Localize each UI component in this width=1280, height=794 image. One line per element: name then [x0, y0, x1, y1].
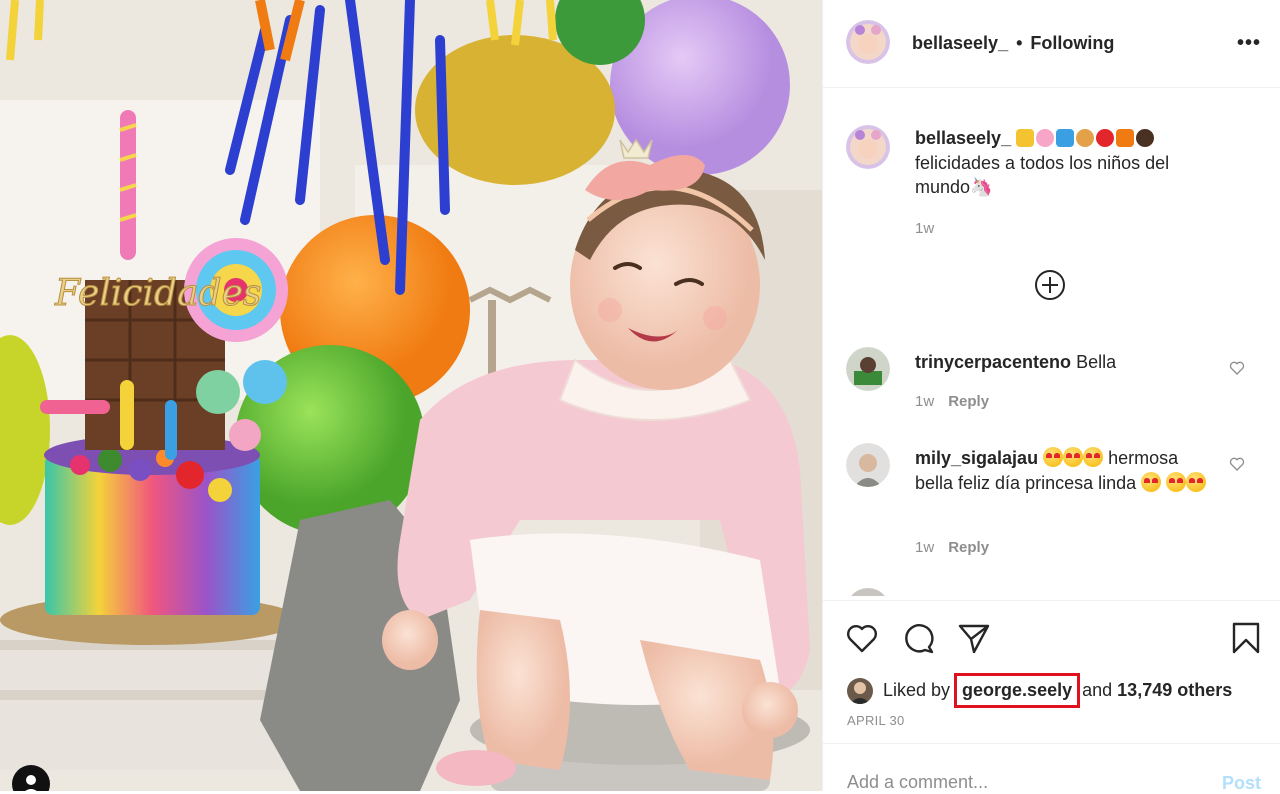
post-date[interactable]: APRIL 30: [847, 713, 905, 728]
post-header: bellaseely_ • Following •••: [823, 0, 1280, 88]
crown-emoji-icon: [1016, 129, 1035, 147]
share-paper-plane-icon[interactable]: [957, 621, 991, 655]
comment-1-like-icon[interactable]: [1229, 360, 1245, 376]
caption-username[interactable]: bellaseely_: [915, 128, 1011, 148]
author-avatar[interactable]: [846, 20, 890, 64]
liker-avatar[interactable]: [847, 677, 873, 704]
ufo-emoji-icon: [1056, 129, 1075, 147]
post-actions: Liked by george.seely and 13,749 others …: [823, 600, 1280, 743]
butterfly-emoji-icon: [1116, 129, 1135, 147]
like-heart-icon[interactable]: [845, 621, 879, 655]
comments-list[interactable]: bellaseely_ felicidades a todos los niño…: [823, 88, 1280, 596]
likes-summary: Liked by george.seely and 13,749 others: [847, 673, 1232, 708]
caption-text-block: bellaseely_ felicidades a todos los niño…: [915, 126, 1215, 200]
likes-and-label: and: [1082, 680, 1113, 700]
caption-text: felicidades a todos los niños del mundo🦄: [915, 152, 1170, 198]
following-button[interactable]: Following: [1030, 33, 1114, 53]
lollipop-emoji-icon: [1076, 129, 1095, 147]
comment-2-like-icon[interactable]: [1229, 456, 1245, 472]
comment-1-meta: 1w Reply: [915, 393, 989, 410]
comment-2-username[interactable]: mily_sigalajau: [915, 448, 1038, 468]
flower-emoji-icon: [1036, 129, 1055, 147]
likes-count[interactable]: 13,749 others: [1117, 680, 1232, 701]
comment-2: mily_sigalajau hermosa bella feliz día p…: [915, 446, 1215, 495]
caption-avatar[interactable]: [846, 125, 890, 169]
post-side-panel: bellaseely_ • Following ••• bellaseely_ …: [822, 0, 1280, 794]
comment-1-time: 1w: [915, 393, 935, 410]
commenter-avatar[interactable]: [846, 443, 890, 487]
liker-username[interactable]: george.seely: [954, 673, 1081, 708]
girl-emoji-icon: [1136, 129, 1155, 147]
comment-1: trinycerpacenteno Bella: [915, 350, 1215, 375]
post-photo[interactable]: Felicidades: [0, 0, 822, 791]
commenter-avatar-partial[interactable]: [846, 588, 890, 596]
heart-eyes-emoji-icon: [1083, 447, 1104, 467]
heart-eyes-emoji-icon: [1186, 471, 1207, 492]
more-options-icon[interactable]: •••: [1237, 32, 1261, 55]
add-comment-bar: Post: [823, 743, 1280, 794]
author-username[interactable]: bellaseely_: [912, 33, 1008, 53]
comment-1-username[interactable]: trinycerpacenteno: [915, 352, 1071, 372]
user-icon: [25, 775, 37, 791]
heart-eyes-emoji-icon: [1166, 471, 1187, 492]
liked-by-label: Liked by: [883, 680, 951, 700]
comment-1-reply-button[interactable]: Reply: [948, 393, 989, 410]
commenter-avatar[interactable]: [846, 347, 890, 391]
caption-emoji-row: [1016, 128, 1156, 148]
load-more-comments-icon[interactable]: [1035, 270, 1065, 300]
cake-topper-text: Felicidades: [54, 273, 261, 314]
tagged-users-button[interactable]: [12, 765, 50, 791]
balloon-emoji-icon: [1096, 129, 1115, 147]
save-bookmark-icon[interactable]: [1229, 621, 1263, 655]
comment-2-reply-button[interactable]: Reply: [948, 539, 989, 556]
heart-eyes-emoji-icon: [1141, 471, 1162, 492]
separator-dot: •: [1016, 33, 1023, 53]
comment-1-text: Bella: [1076, 352, 1117, 372]
comment-bubble-icon[interactable]: [901, 621, 935, 655]
caption-time: 1w: [915, 220, 935, 237]
comment-2-time: 1w: [915, 539, 935, 556]
heart-eyes-emoji-icon: [1063, 447, 1084, 467]
heart-eyes-emoji-icon: [1043, 447, 1064, 467]
comment-2-meta: 1w Reply: [915, 539, 989, 556]
